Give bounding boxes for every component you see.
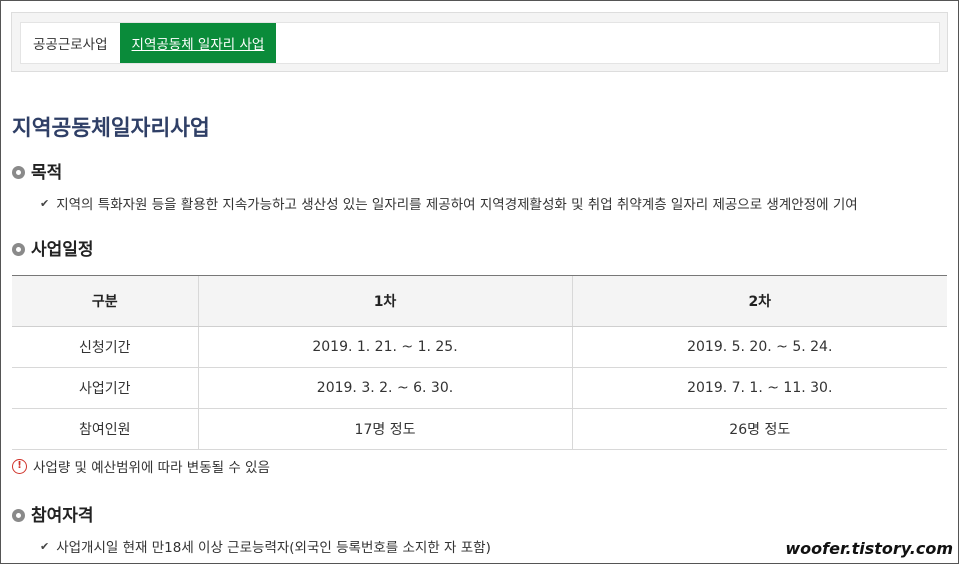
eligibility-text: 사업개시일 현재 만18세 이상 근로능력자(외국인 등록번호를 소지한 자 포…: [56, 540, 491, 556]
section-eligibility-label: 참여자격: [31, 506, 94, 526]
watermark: woofer.tistory.com: [785, 539, 953, 558]
table-cell: 17명 정도: [197, 408, 572, 450]
eligibility-item: ✔ 사업개시일 현재 만18세 이상 근로능력자(외국인 등록번호를 소지한 자…: [40, 536, 491, 557]
table-header-row: 구분 1차 2차: [12, 275, 947, 327]
table-cell: 26명 정도: [571, 408, 947, 450]
table-row: 신청기간 2019. 1. 21. ~ 1. 25. 2019. 5. 20. …: [12, 326, 947, 368]
table-cell: 신청기간: [12, 326, 198, 368]
section-schedule-label: 사업일정: [31, 240, 94, 260]
section-eligibility-heading: 참여자격: [12, 501, 94, 526]
circle-bullet-icon: [12, 166, 25, 179]
purpose-item: ✔ 지역의 특화자원 등을 활용한 지속가능하고 생산성 있는 일자리를 제공하…: [40, 193, 858, 214]
page-title: 지역공동체일자리사업: [12, 116, 210, 141]
warning-icon: !: [12, 458, 27, 474]
table-cell: 2019. 5. 20. ~ 5. 24.: [571, 326, 947, 368]
table-cell: 2019. 1. 21. ~ 1. 25.: [197, 326, 572, 368]
purpose-text: 지역의 특화자원 등을 활용한 지속가능하고 생산성 있는 일자리를 제공하여 …: [56, 197, 858, 213]
table-row: 참여인원 17명 정도 26명 정도: [12, 408, 947, 450]
tab-public-work[interactable]: 공공근로사업: [21, 23, 120, 63]
tab-bar: 공공근로사업 지역공동체 일자리 사업: [11, 12, 948, 72]
table-cell: 2019. 3. 2. ~ 6. 30.: [197, 367, 572, 409]
schedule-table: 구분 1차 2차 신청기간 2019. 1. 21. ~ 1. 25. 2019…: [12, 275, 947, 450]
section-purpose-heading: 목적: [12, 158, 62, 183]
check-icon: ✔: [40, 196, 50, 210]
table-cell: 참여인원: [12, 408, 198, 450]
circle-bullet-icon: [12, 243, 25, 256]
section-purpose-label: 목적: [31, 163, 63, 183]
tab-community-jobs[interactable]: 지역공동체 일자리 사업: [119, 23, 277, 63]
check-icon: ✔: [40, 539, 50, 553]
table-row: 사업기간 2019. 3. 2. ~ 6. 30. 2019. 7. 1. ~ …: [12, 367, 947, 409]
schedule-note: ! 사업량 및 예산범위에 따라 변동될 수 있음: [12, 456, 270, 476]
table-cell: 2019. 7. 1. ~ 11. 30.: [571, 367, 947, 409]
schedule-note-text: 사업량 및 예산범위에 따라 변동될 수 있음: [33, 460, 270, 476]
table-cell: 사업기간: [12, 367, 198, 409]
section-schedule-heading: 사업일정: [12, 235, 94, 260]
circle-bullet-icon: [12, 509, 25, 522]
tab-list: 공공근로사업 지역공동체 일자리 사업: [20, 22, 940, 64]
header-round-1: 1차: [197, 275, 572, 327]
header-category: 구분: [12, 275, 198, 327]
header-round-2: 2차: [571, 275, 947, 327]
